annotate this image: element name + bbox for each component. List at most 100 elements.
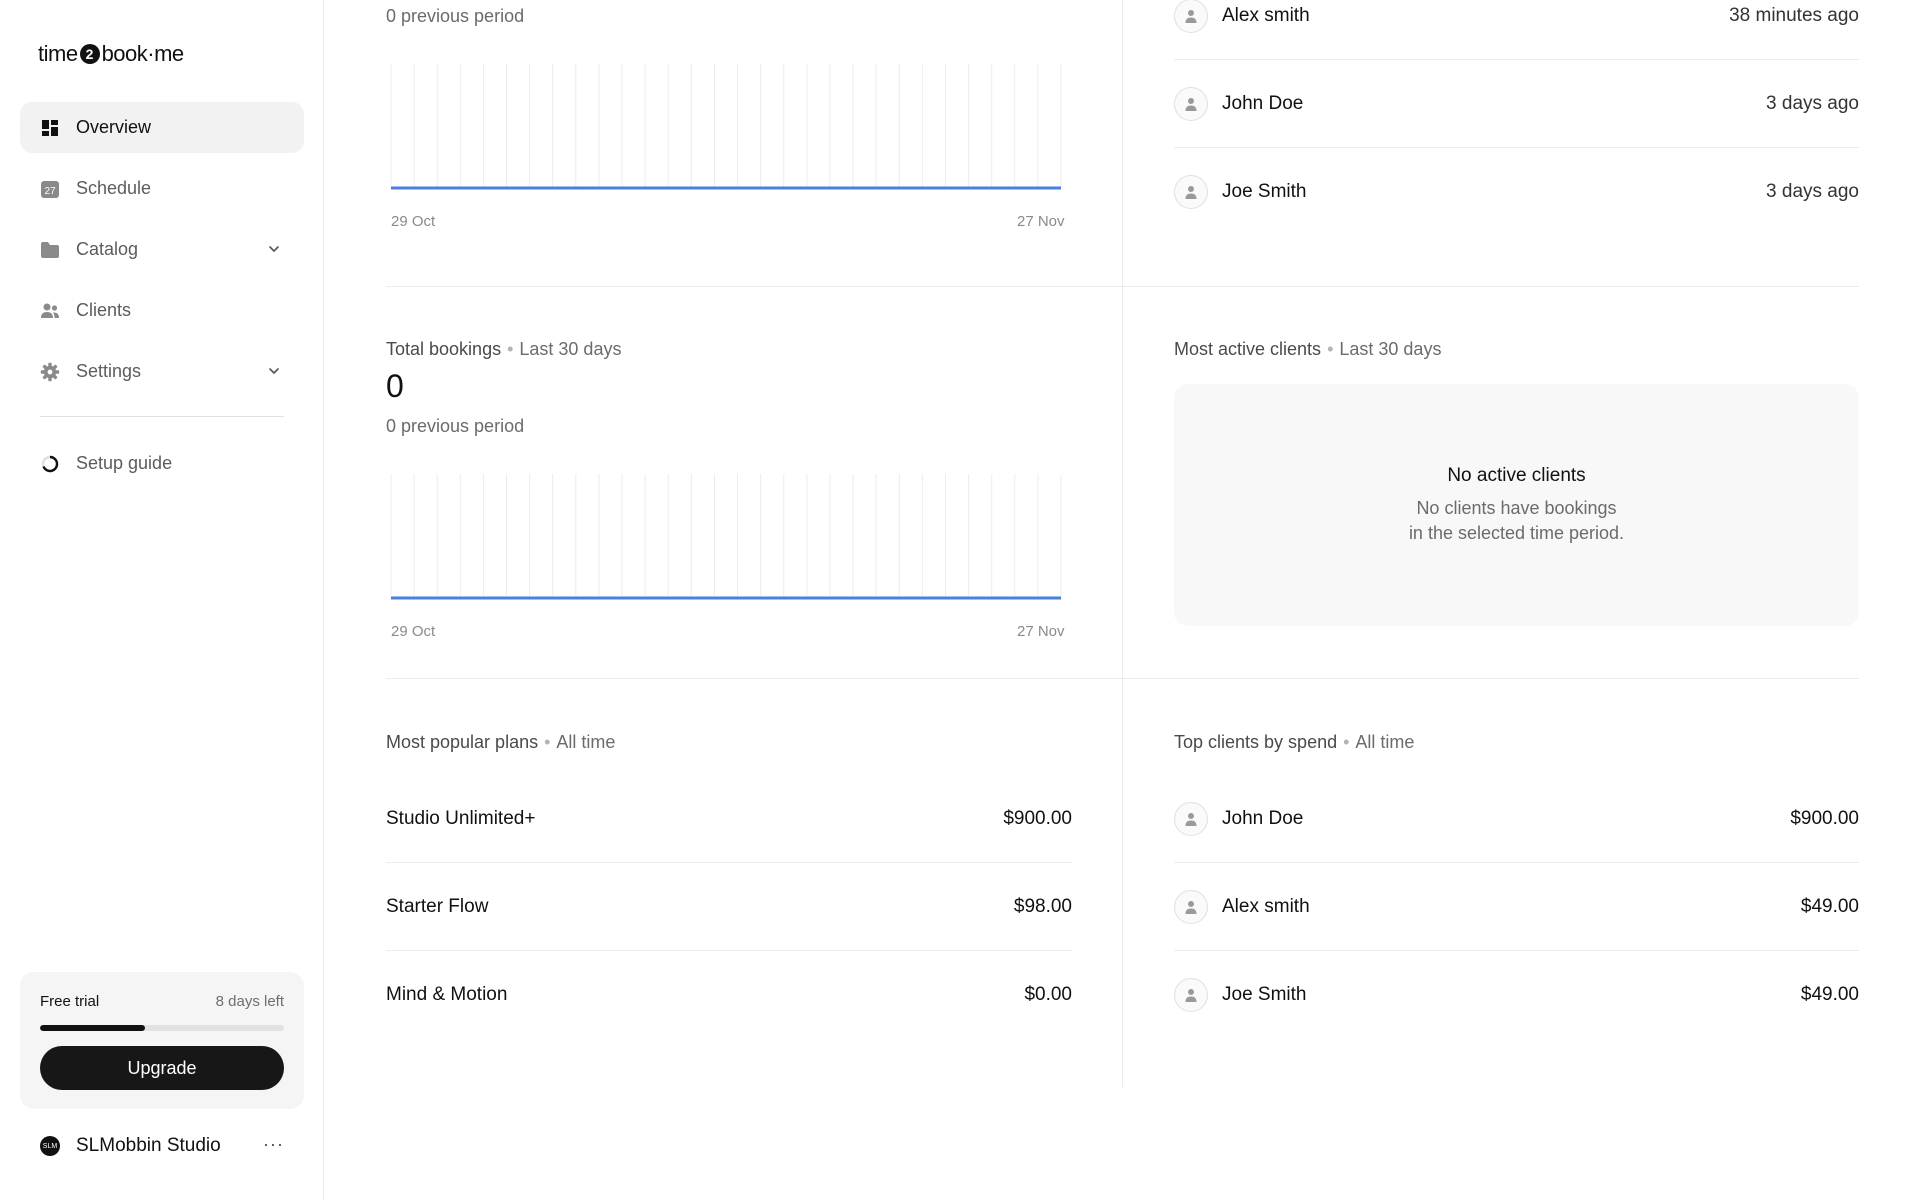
chart-data-point[interactable]: [850, 595, 856, 601]
chart-data-point[interactable]: [804, 185, 810, 191]
chart-data-point[interactable]: [1058, 185, 1064, 191]
chart-data-point[interactable]: [573, 595, 579, 601]
brand-logo[interactable]: time 2 book·me: [38, 40, 184, 68]
client-time: 3 days ago: [1766, 181, 1859, 202]
list-item[interactable]: Alex smith 38 minutes ago: [1174, 0, 1859, 60]
chart-data-point[interactable]: [642, 185, 648, 191]
chart-data-point[interactable]: [1058, 595, 1064, 601]
client-row[interactable]: Joe Smith $49.00: [1174, 951, 1859, 1039]
chart-data-point[interactable]: [873, 185, 879, 191]
chart-data-point[interactable]: [388, 595, 394, 601]
list-item[interactable]: John Doe 3 days ago: [1174, 60, 1859, 148]
chart-data-point[interactable]: [527, 595, 533, 601]
chart-data-point[interactable]: [504, 595, 510, 601]
chart-data-point[interactable]: [480, 185, 486, 191]
chart-data-point[interactable]: [804, 595, 810, 601]
chart-data-point[interactable]: [735, 595, 741, 601]
sidebar-item-label: Overview: [76, 117, 152, 137]
chart-data-point[interactable]: [527, 185, 533, 191]
chevron-down-icon[interactable]: [266, 363, 282, 379]
chevron-down-icon[interactable]: [266, 241, 282, 257]
chart-data-point[interactable]: [665, 595, 671, 601]
folder-icon: [40, 240, 60, 260]
chart-data-point[interactable]: [411, 185, 417, 191]
x-axis-start: 29 Oct: [391, 623, 436, 640]
chart-data-point[interactable]: [989, 185, 995, 191]
chart-data-point[interactable]: [735, 185, 741, 191]
chart-data-point[interactable]: [989, 595, 995, 601]
upgrade-button[interactable]: Upgrade: [40, 1046, 284, 1090]
chart-data-point[interactable]: [827, 185, 833, 191]
chart-data-point[interactable]: [573, 185, 579, 191]
chart-data-point[interactable]: [850, 185, 856, 191]
chart-data-point[interactable]: [457, 595, 463, 601]
plan-row[interactable]: Studio Unlimited+ $900.00: [386, 775, 1072, 863]
chart-data-point[interactable]: [942, 595, 948, 601]
chart-data-point[interactable]: [457, 185, 463, 191]
chart-data-point[interactable]: [1012, 595, 1018, 601]
chart-data-point[interactable]: [781, 595, 787, 601]
chart-data-point[interactable]: [966, 595, 972, 601]
chart-data-point[interactable]: [619, 185, 625, 191]
chart-data-point[interactable]: [480, 595, 486, 601]
sidebar-item-schedule[interactable]: 27 Schedule: [20, 163, 304, 214]
chart-data-point[interactable]: [550, 185, 556, 191]
progress-ring-icon: [40, 454, 60, 474]
more-options-icon[interactable]: ···: [263, 1134, 284, 1155]
sidebar-item-setup-guide[interactable]: Setup guide: [20, 438, 304, 489]
row-divider: [386, 286, 1859, 287]
chart-data-point[interactable]: [758, 185, 764, 191]
chart-data-point[interactable]: [896, 595, 902, 601]
chart-data-point[interactable]: [781, 185, 787, 191]
plan-row[interactable]: Mind & Motion $0.00: [386, 951, 1072, 1039]
most-active-heading: Most active clients • Last 30 days: [1174, 339, 1441, 360]
studio-switcher[interactable]: SLM SLMobbin Studio ···: [40, 1130, 284, 1162]
sidebar-item-clients[interactable]: Clients: [20, 285, 304, 336]
trial-progress-bar: [40, 1025, 284, 1031]
chart-data-point[interactable]: [966, 185, 972, 191]
chart-data-point[interactable]: [550, 595, 556, 601]
empty-state-title: No active clients: [1447, 465, 1586, 486]
chart-data-point[interactable]: [388, 185, 394, 191]
chart-data-point[interactable]: [434, 185, 440, 191]
chart-data-point[interactable]: [596, 185, 602, 191]
sidebar-item-catalog[interactable]: Catalog: [20, 224, 304, 275]
trial-days-left: 8 days left: [215, 993, 284, 1010]
chart-data-point[interactable]: [434, 595, 440, 601]
section-period: All time: [1355, 732, 1415, 752]
client-name: Alex smith: [1222, 895, 1310, 917]
plan-row[interactable]: Starter Flow $98.00: [386, 863, 1072, 951]
x-axis-start: 29 Oct: [391, 213, 436, 230]
chart-data-point[interactable]: [711, 595, 717, 601]
gear-icon: [40, 362, 60, 382]
chart-data-point[interactable]: [642, 595, 648, 601]
chart-data-point[interactable]: [827, 595, 833, 601]
list-item[interactable]: Joe Smith 3 days ago: [1174, 148, 1859, 236]
chart-data-point[interactable]: [942, 185, 948, 191]
chart-data-point[interactable]: [596, 595, 602, 601]
chart-data-point[interactable]: [919, 595, 925, 601]
chart-data-point[interactable]: [688, 185, 694, 191]
chart-data-point[interactable]: [711, 185, 717, 191]
chart-data-point[interactable]: [1035, 185, 1041, 191]
chart-data-point[interactable]: [411, 595, 417, 601]
trial-title: Free trial: [40, 993, 100, 1010]
client-row[interactable]: Alex smith $49.00: [1174, 863, 1859, 951]
empty-state-text: No clients have bookings: [1416, 498, 1617, 518]
sidebar-item-label: Setup guide: [76, 453, 173, 473]
chart-data-point[interactable]: [919, 185, 925, 191]
chart-data-point[interactable]: [1012, 185, 1018, 191]
chart-data-point[interactable]: [1035, 595, 1041, 601]
chart-data-point[interactable]: [688, 595, 694, 601]
chart-data-point[interactable]: [896, 185, 902, 191]
sidebar-item-settings[interactable]: Settings: [20, 346, 304, 397]
client-name: Alex smith: [1222, 4, 1310, 26]
chart-data-point[interactable]: [665, 185, 671, 191]
top-prev-period: 0 previous period: [386, 6, 525, 26]
client-row[interactable]: John Doe $900.00: [1174, 775, 1859, 863]
chart-data-point[interactable]: [873, 595, 879, 601]
chart-data-point[interactable]: [758, 595, 764, 601]
chart-data-point[interactable]: [504, 185, 510, 191]
sidebar-item-overview[interactable]: Overview: [20, 102, 304, 153]
chart-data-point[interactable]: [619, 595, 625, 601]
